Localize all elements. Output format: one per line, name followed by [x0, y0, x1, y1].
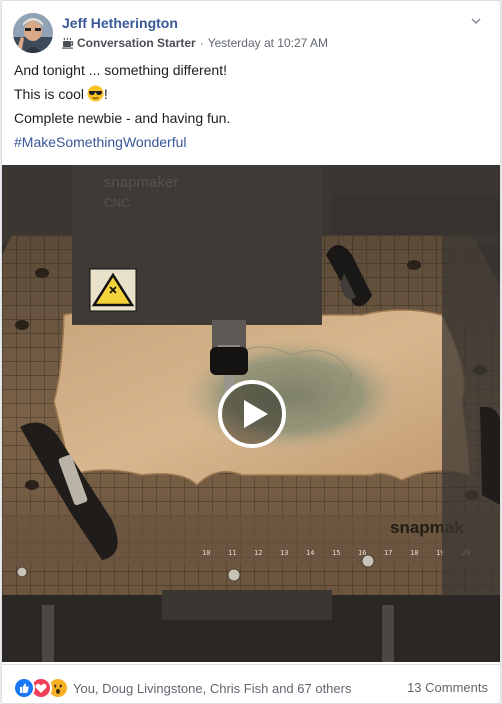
- like-icon: [13, 677, 35, 699]
- coffee-cup-icon: [62, 37, 74, 49]
- ruler-tick-label: 18: [410, 549, 418, 557]
- ruler-tick-label: 17: [384, 549, 392, 557]
- message-line: This is cool !: [14, 85, 484, 103]
- post-card: Jeff Hetherington Conversation Starter ·…: [1, 0, 501, 704]
- member-badge[interactable]: Conversation Starter: [77, 36, 196, 50]
- message-text: !: [103, 86, 108, 102]
- hashtag-link[interactable]: #MakeSomethingWonderful: [14, 134, 187, 150]
- chevron-down-icon[interactable]: [468, 13, 484, 29]
- post-timestamp[interactable]: Yesterday at 10:27 AM: [208, 36, 328, 50]
- message-line: #MakeSomethingWonderful: [14, 133, 484, 151]
- meta-separator: ·: [199, 36, 204, 50]
- post-message: And tonight ... something different! Thi…: [14, 61, 484, 157]
- ruler-tick-label: 12: [254, 549, 262, 557]
- post-footer: You, Doug Livingstone, Chris Fish and 67…: [2, 664, 500, 703]
- play-icon: [218, 380, 286, 448]
- ruler-tick-label: 14: [306, 549, 314, 557]
- comments-count[interactable]: 13 Comments: [407, 680, 488, 695]
- ruler-tick-label: 13: [280, 549, 288, 557]
- ruler-tick-label: 10: [202, 549, 210, 557]
- message-line: And tonight ... something different!: [14, 62, 227, 78]
- author-name[interactable]: Jeff Hetherington: [62, 15, 178, 31]
- ruler-tick-label: 11: [228, 549, 236, 557]
- ruler-tick-label: 15: [332, 549, 340, 557]
- post-header: Jeff Hetherington Conversation Starter ·…: [2, 1, 500, 59]
- head-brand-label: snapmaker: [104, 174, 178, 191]
- reaction-summary[interactable]: You, Doug Livingstone, Chris Fish and 67…: [13, 677, 351, 699]
- message-text: This is cool: [14, 86, 85, 102]
- message-line: Complete newbie - and having fun.: [14, 110, 231, 126]
- reactors-list[interactable]: You, Doug Livingstone, Chris Fish and 67…: [73, 681, 351, 696]
- play-button[interactable]: [217, 379, 287, 449]
- post-meta: Conversation Starter · Yesterday at 10:2…: [62, 36, 328, 50]
- head-sub-label: CNC: [104, 196, 130, 210]
- sunglasses-emoji-icon: [87, 85, 104, 102]
- author-avatar[interactable]: [13, 13, 53, 53]
